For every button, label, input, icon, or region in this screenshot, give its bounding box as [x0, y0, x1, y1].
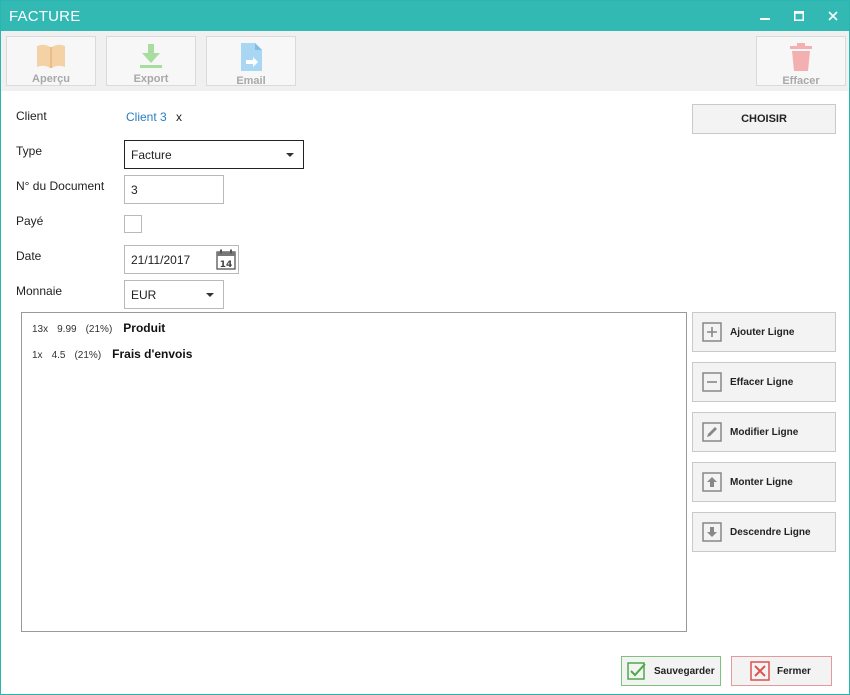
preview-label: Aperçu: [32, 73, 70, 85]
chevron-down-icon: [206, 293, 214, 297]
close-x-icon: [750, 661, 770, 681]
type-select-value: Facture: [131, 147, 172, 162]
paid-label: Payé: [16, 214, 44, 228]
choose-client-button[interactable]: CHOISIR: [692, 104, 836, 134]
docnum-value: 3: [131, 182, 138, 197]
line-name: Frais d'envois: [112, 347, 193, 361]
close-window-button[interactable]: [818, 4, 848, 28]
line-price: 4.5: [51, 350, 66, 361]
book-icon: [35, 42, 67, 70]
currency-select[interactable]: EUR: [124, 280, 224, 309]
email-label: Email: [236, 75, 266, 87]
client-link[interactable]: Client 3: [126, 110, 167, 124]
checkmark-icon: [627, 662, 646, 680]
list-item[interactable]: 13x 9.99 (21%) Produit: [32, 321, 165, 335]
date-value: 21/11/2017: [131, 252, 191, 267]
title-bar: FACTURE: [1, 1, 849, 31]
type-select[interactable]: Facture: [124, 140, 304, 169]
trash-icon: [785, 42, 817, 72]
export-button[interactable]: Export: [106, 36, 196, 86]
line-price: 9.99: [57, 324, 77, 335]
toolbar: Aperçu Export Email Effacer: [1, 31, 849, 91]
edit-line-button[interactable]: Modifier Ligne: [692, 412, 836, 452]
save-label: Sauvegarder: [654, 665, 715, 677]
move-line-up-label: Monter Ligne: [730, 476, 793, 488]
remove-line-label: Effacer Ligne: [730, 376, 794, 388]
pencil-icon: [702, 422, 722, 442]
close-button[interactable]: Fermer: [731, 656, 832, 686]
line-name: Produit: [123, 321, 166, 335]
export-label: Export: [133, 73, 169, 85]
delete-label: Effacer: [782, 75, 820, 87]
close-label: Fermer: [777, 665, 811, 677]
svg-text:14: 14: [220, 260, 233, 270]
line-qty: 13x: [32, 324, 49, 335]
line-qty: 1x: [32, 350, 43, 361]
line-tax: (21%): [74, 350, 102, 361]
minimize-button[interactable]: [750, 4, 780, 28]
docnum-input[interactable]: 3: [124, 175, 224, 204]
delete-document-button[interactable]: Effacer: [756, 36, 846, 87]
move-line-down-button[interactable]: Descendre Ligne: [692, 512, 836, 552]
line-tax: (21%): [85, 324, 113, 335]
remove-line-button[interactable]: Effacer Ligne: [692, 362, 836, 402]
save-button[interactable]: Sauvegarder: [621, 656, 721, 686]
arrow-up-icon: [702, 472, 722, 492]
email-document-icon: [235, 42, 267, 72]
move-line-up-button[interactable]: Monter Ligne: [692, 462, 836, 502]
download-icon: [135, 42, 167, 70]
email-button[interactable]: Email: [206, 36, 296, 87]
maximize-button[interactable]: [784, 4, 814, 28]
invoice-lines-list[interactable]: 13x 9.99 (21%) Produit 1x 4.5 (21%) Frai…: [21, 312, 687, 632]
minus-icon: [702, 372, 722, 392]
preview-button[interactable]: Aperçu: [6, 36, 96, 86]
invoice-window: FACTURE Aperçu Export Email Effacer Clie…: [0, 0, 850, 695]
chevron-down-icon: [286, 153, 294, 157]
maximize-icon: [794, 11, 804, 21]
type-label: Type: [16, 144, 43, 158]
list-item[interactable]: 1x 4.5 (21%) Frais d'envois: [32, 347, 192, 361]
add-line-button[interactable]: Ajouter Ligne: [692, 312, 836, 352]
paid-checkbox[interactable]: [124, 215, 142, 233]
currency-select-value: EUR: [131, 287, 157, 302]
clear-client-button[interactable]: x: [176, 110, 182, 124]
plus-icon: [702, 322, 722, 342]
edit-line-label: Modifier Ligne: [730, 426, 799, 438]
close-icon: [828, 11, 838, 21]
window-title: FACTURE: [9, 8, 81, 25]
arrow-down-icon: [702, 522, 722, 542]
currency-label: Monnaie: [16, 284, 63, 298]
calendar-icon[interactable]: 14: [216, 249, 236, 270]
add-line-label: Ajouter Ligne: [730, 326, 795, 338]
date-label: Date: [16, 249, 42, 263]
move-line-down-label: Descendre Ligne: [730, 526, 811, 538]
docnum-label: N° du Document: [16, 179, 105, 193]
client-label: Client: [16, 109, 47, 123]
minimize-icon: [760, 18, 770, 20]
